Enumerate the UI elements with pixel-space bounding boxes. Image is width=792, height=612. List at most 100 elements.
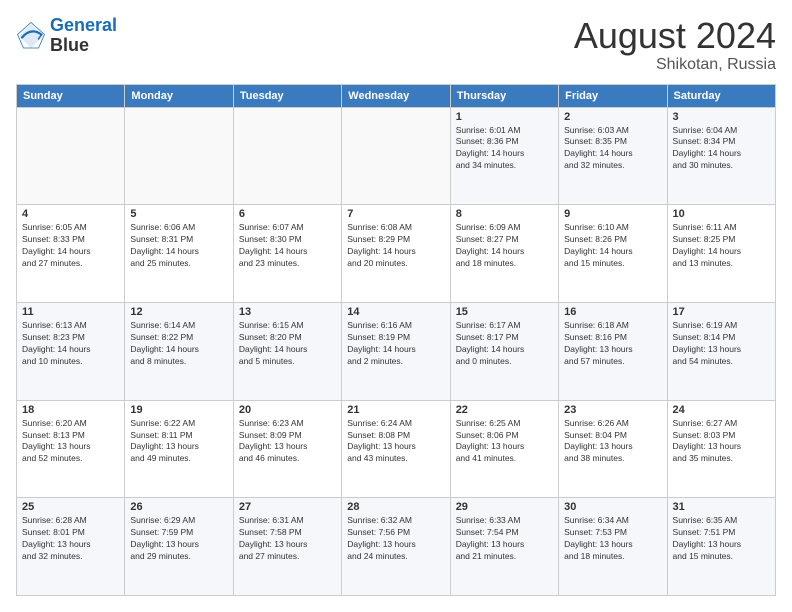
day-info: Sunrise: 6:28 AM Sunset: 8:01 PM Dayligh… — [22, 515, 119, 563]
day-info: Sunrise: 6:22 AM Sunset: 8:11 PM Dayligh… — [130, 418, 227, 466]
calendar-day-cell: 20 Sunrise: 6:23 AM Sunset: 8:09 PM Dayli… — [233, 400, 341, 498]
day-info: Sunrise: 6:23 AM Sunset: 8:09 PM Dayligh… — [239, 418, 336, 466]
day-number: 4 — [22, 208, 119, 220]
calendar-day-cell: 30Sunrise: 6:34 AM Sunset: 7:53 PM Dayli… — [559, 498, 667, 596]
calendar-day-cell: 21 Sunrise: 6:24 AM Sunset: 8:08 PM Dayli… — [342, 400, 450, 498]
day-number: 11 — [22, 306, 119, 318]
calendar-day-cell: 2 Sunrise: 6:03 AM Sunset: 8:35 PM Daylig… — [559, 107, 667, 205]
day-number: 15 — [456, 306, 553, 318]
day-number: 10 — [673, 208, 770, 220]
day-number: 8 — [456, 208, 553, 220]
subtitle: Shikotan, Russia — [574, 56, 776, 74]
day-info: Sunrise: 6:14 AM Sunset: 8:22 PM Dayligh… — [130, 320, 227, 368]
day-info: Sunrise: 6:15 AM Sunset: 8:20 PM Dayligh… — [239, 320, 336, 368]
calendar-day-cell: 9 Sunrise: 6:10 AM Sunset: 8:26 PM Daylig… — [559, 205, 667, 303]
day-number: 27 — [239, 501, 336, 513]
day-info: Sunrise: 6:16 AM Sunset: 8:19 PM Dayligh… — [347, 320, 444, 368]
day-number: 16 — [564, 306, 661, 318]
title-block: August 2024 Shikotan, Russia — [574, 16, 776, 74]
calendar-day-cell: 29 Sunrise: 6:33 AM Sunset: 7:54 PM Dayli… — [450, 498, 558, 596]
day-number: 25 — [22, 501, 119, 513]
day-info: Sunrise: 6:06 AM Sunset: 8:31 PM Dayligh… — [130, 222, 227, 270]
day-info: Sunrise: 6:25 AM Sunset: 8:06 PM Dayligh… — [456, 418, 553, 466]
calendar-day-cell: 11 Sunrise: 6:13 AM Sunset: 8:23 PM Dayli… — [17, 302, 125, 400]
logo-text: General Blue — [50, 16, 117, 56]
day-info: Sunrise: 6:19 AM Sunset: 8:14 PM Dayligh… — [673, 320, 770, 368]
calendar-day-cell: 27 Sunrise: 6:31 AM Sunset: 7:58 PM Dayli… — [233, 498, 341, 596]
calendar-header-cell: Friday — [559, 84, 667, 107]
day-number: 14 — [347, 306, 444, 318]
calendar-day-cell: 17 Sunrise: 6:19 AM Sunset: 8:14 PM Dayli… — [667, 302, 775, 400]
day-number: 9 — [564, 208, 661, 220]
header: General Blue August 2024 Shikotan, Russi… — [16, 16, 776, 74]
day-info: Sunrise: 6:04 AM Sunset: 8:34 PM Dayligh… — [673, 125, 770, 173]
day-number: 1 — [456, 111, 553, 123]
calendar-day-cell: 31 Sunrise: 6:35 AM Sunset: 7:51 PM Dayli… — [667, 498, 775, 596]
day-info: Sunrise: 6:31 AM Sunset: 7:58 PM Dayligh… — [239, 515, 336, 563]
day-info: Sunrise: 6:07 AM Sunset: 8:30 PM Dayligh… — [239, 222, 336, 270]
day-info: Sunrise: 6:08 AM Sunset: 8:29 PM Dayligh… — [347, 222, 444, 270]
day-info: Sunrise: 6:03 AM Sunset: 8:35 PM Dayligh… — [564, 125, 661, 173]
calendar-week-row: 18Sunrise: 6:20 AM Sunset: 8:13 PM Dayli… — [17, 400, 776, 498]
calendar-day-cell: 5Sunrise: 6:06 AM Sunset: 8:31 PM Daylig… — [125, 205, 233, 303]
day-number: 20 — [239, 404, 336, 416]
day-number: 24 — [673, 404, 770, 416]
calendar-header-cell: Saturday — [667, 84, 775, 107]
calendar-day-cell: 8Sunrise: 6:09 AM Sunset: 8:27 PM Daylig… — [450, 205, 558, 303]
calendar-day-cell: 7Sunrise: 6:08 AM Sunset: 8:29 PM Daylig… — [342, 205, 450, 303]
calendar-week-row: 4 Sunrise: 6:05 AM Sunset: 8:33 PM Daylig… — [17, 205, 776, 303]
calendar-day-cell: 25 Sunrise: 6:28 AM Sunset: 8:01 PM Dayli… — [17, 498, 125, 596]
calendar-header-row: SundayMondayTuesdayWednesdayThursdayFrid… — [17, 84, 776, 107]
day-info: Sunrise: 6:13 AM Sunset: 8:23 PM Dayligh… — [22, 320, 119, 368]
day-info: Sunrise: 6:05 AM Sunset: 8:33 PM Dayligh… — [22, 222, 119, 270]
calendar-week-row: 11 Sunrise: 6:13 AM Sunset: 8:23 PM Dayli… — [17, 302, 776, 400]
calendar-day-cell: 1 Sunrise: 6:01 AM Sunset: 8:36 PM Daylig… — [450, 107, 558, 205]
day-number: 19 — [130, 404, 227, 416]
logo-icon — [16, 21, 46, 51]
day-number: 22 — [456, 404, 553, 416]
calendar-table: SundayMondayTuesdayWednesdayThursdayFrid… — [16, 84, 776, 596]
calendar-week-row: 25 Sunrise: 6:28 AM Sunset: 8:01 PM Dayli… — [17, 498, 776, 596]
calendar-day-cell — [125, 107, 233, 205]
calendar-header-cell: Sunday — [17, 84, 125, 107]
day-info: Sunrise: 6:33 AM Sunset: 7:54 PM Dayligh… — [456, 515, 553, 563]
calendar-day-cell: 18Sunrise: 6:20 AM Sunset: 8:13 PM Dayli… — [17, 400, 125, 498]
day-info: Sunrise: 6:32 AM Sunset: 7:56 PM Dayligh… — [347, 515, 444, 563]
day-number: 3 — [673, 111, 770, 123]
calendar-day-cell: 12 Sunrise: 6:14 AM Sunset: 8:22 PM Dayli… — [125, 302, 233, 400]
day-number: 23 — [564, 404, 661, 416]
day-info: Sunrise: 6:11 AM Sunset: 8:25 PM Dayligh… — [673, 222, 770, 270]
day-info: Sunrise: 6:27 AM Sunset: 8:03 PM Dayligh… — [673, 418, 770, 466]
day-number: 29 — [456, 501, 553, 513]
calendar-day-cell: 24 Sunrise: 6:27 AM Sunset: 8:03 PM Dayli… — [667, 400, 775, 498]
logo: General Blue — [16, 16, 117, 56]
calendar-day-cell: 14 Sunrise: 6:16 AM Sunset: 8:19 PM Dayli… — [342, 302, 450, 400]
calendar-day-cell — [17, 107, 125, 205]
calendar-day-cell: 19 Sunrise: 6:22 AM Sunset: 8:11 PM Dayli… — [125, 400, 233, 498]
day-info: Sunrise: 6:29 AM Sunset: 7:59 PM Dayligh… — [130, 515, 227, 563]
day-info: Sunrise: 6:26 AM Sunset: 8:04 PM Dayligh… — [564, 418, 661, 466]
day-number: 2 — [564, 111, 661, 123]
day-info: Sunrise: 6:24 AM Sunset: 8:08 PM Dayligh… — [347, 418, 444, 466]
day-info: Sunrise: 6:35 AM Sunset: 7:51 PM Dayligh… — [673, 515, 770, 563]
calendar-day-cell — [342, 107, 450, 205]
day-number: 6 — [239, 208, 336, 220]
day-number: 28 — [347, 501, 444, 513]
day-number: 12 — [130, 306, 227, 318]
day-info: Sunrise: 6:10 AM Sunset: 8:26 PM Dayligh… — [564, 222, 661, 270]
calendar-day-cell: 3 Sunrise: 6:04 AM Sunset: 8:34 PM Daylig… — [667, 107, 775, 205]
day-number: 21 — [347, 404, 444, 416]
day-info: Sunrise: 6:01 AM Sunset: 8:36 PM Dayligh… — [456, 125, 553, 173]
calendar-day-cell: 23 Sunrise: 6:26 AM Sunset: 8:04 PM Dayli… — [559, 400, 667, 498]
calendar-day-cell: 15Sunrise: 6:17 AM Sunset: 8:17 PM Dayli… — [450, 302, 558, 400]
page: General Blue August 2024 Shikotan, Russi… — [0, 0, 792, 612]
calendar-header-cell: Thursday — [450, 84, 558, 107]
calendar-day-cell: 13Sunrise: 6:15 AM Sunset: 8:20 PM Dayli… — [233, 302, 341, 400]
calendar-week-row: 1 Sunrise: 6:01 AM Sunset: 8:36 PM Daylig… — [17, 107, 776, 205]
calendar-day-cell: 4 Sunrise: 6:05 AM Sunset: 8:33 PM Daylig… — [17, 205, 125, 303]
day-info: Sunrise: 6:34 AM Sunset: 7:53 PM Dayligh… — [564, 515, 661, 563]
day-number: 26 — [130, 501, 227, 513]
day-number: 17 — [673, 306, 770, 318]
calendar-day-cell: 16Sunrise: 6:18 AM Sunset: 8:16 PM Dayli… — [559, 302, 667, 400]
day-number: 31 — [673, 501, 770, 513]
